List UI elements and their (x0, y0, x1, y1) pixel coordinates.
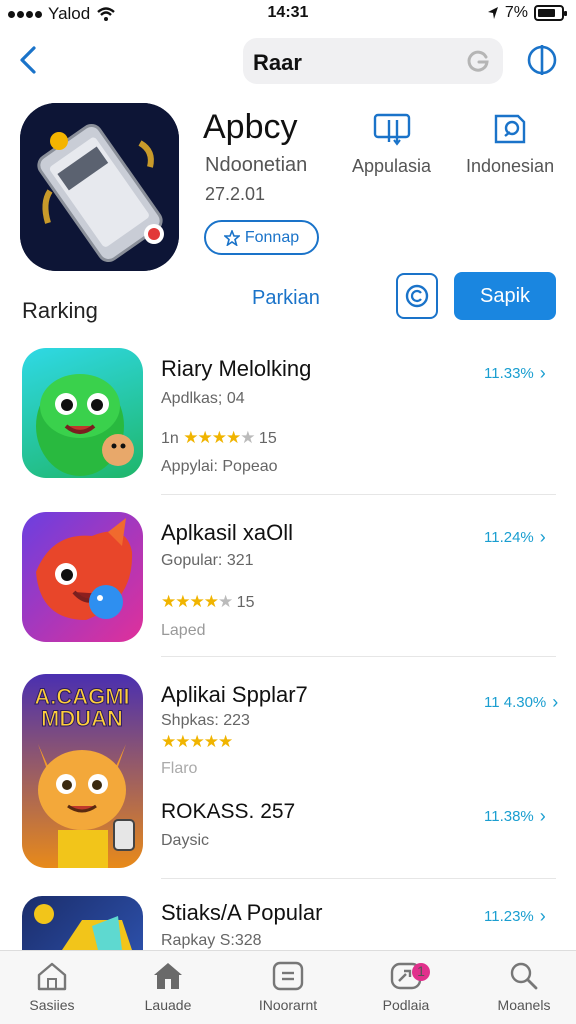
circle-arrow-icon (405, 284, 429, 308)
chevron-right-icon: › (539, 806, 546, 826)
item-subtitle: Rapkay S:328 (161, 932, 262, 949)
percent-value: 11.38% (484, 808, 534, 825)
item-extra-sub: Daysic (161, 832, 210, 849)
app-icon-partial (22, 896, 143, 950)
follow-label: Fonnap (244, 228, 300, 246)
item-percent[interactable]: 11.24% › (484, 527, 546, 548)
item-percent[interactable]: 11.23% › (484, 906, 546, 927)
chevron-right-icon: › (539, 906, 546, 926)
app-subtitle: Ndoonetian (205, 154, 308, 176)
tab-moanels[interactable]: Moanels (476, 961, 572, 1013)
meta-language-label: Indonesian (466, 156, 555, 176)
percent-value: 11.23% (484, 908, 534, 925)
document-icon (272, 961, 304, 991)
status-bar: Yalod 14:31 7% (0, 0, 576, 28)
item-rating: ★★★★★ 15 (161, 592, 254, 612)
item-percent[interactable]: 11.33% › (484, 363, 546, 384)
location-icon (487, 7, 498, 19)
nav-bar: Raar (0, 36, 576, 86)
chevron-right-icon: › (539, 363, 546, 383)
item-percent-secondary[interactable]: 11.38% › (484, 806, 546, 827)
search-input[interactable]: Raar (243, 38, 503, 84)
ranking-link[interactable]: Parkian (252, 287, 320, 310)
item-percent[interactable]: 11 4.30% › (484, 692, 558, 713)
app-icon[interactable] (20, 103, 179, 271)
back-icon[interactable] (14, 42, 44, 78)
star-icon (223, 229, 240, 246)
house-icon (154, 963, 182, 989)
item-subtitle: Apdlkas; 04 (161, 390, 245, 407)
meta-device-label: Appulasia (352, 156, 432, 176)
item-title: Aplkasil xaOll (161, 520, 294, 545)
percent-value: 11 4.30% (484, 694, 547, 711)
refresh-icon[interactable] (465, 48, 491, 74)
item-title: Riary Melolking (161, 356, 312, 381)
edit-icon (494, 114, 526, 144)
device-icon (373, 113, 410, 146)
rating-prefix: 1n (161, 430, 179, 447)
app-date: 27.2.01 (205, 184, 266, 204)
tab-label: Podlaia (382, 997, 430, 1013)
share-button[interactable] (396, 273, 438, 319)
item-meta: Flaro (161, 760, 198, 777)
tab-lauade[interactable]: Lauade (120, 961, 216, 1013)
divider (161, 878, 556, 879)
item-subtitle: Gopular: 321 (161, 552, 254, 569)
item-rating: 1n ★★★★★ 15 (161, 428, 277, 448)
ranking-heading: Rarking (22, 298, 98, 323)
app-icon-frog (22, 348, 143, 478)
item-title: Stiaks/A Popular (161, 900, 323, 925)
app-title: Apbcy (203, 108, 298, 146)
divider (161, 494, 556, 495)
star-rating-icon: ★★★★★ (161, 732, 233, 751)
icon-text-bottom: MDUAN (41, 706, 123, 731)
notification-badge: 1 (412, 963, 430, 981)
tab-label: Sasiies (29, 997, 75, 1013)
item-meta: Appylai: Popeao (161, 458, 278, 475)
app-icon-fox (22, 512, 143, 642)
item-title: Aplikai Spplar7 (161, 682, 308, 707)
chevron-right-icon: › (539, 527, 546, 547)
item-rating: ★★★★★ (161, 732, 233, 752)
percent-value: 11.33% (484, 365, 534, 382)
rating-count: 15 (258, 430, 277, 447)
battery-percent: 7% (504, 4, 528, 21)
search-icon (510, 962, 538, 990)
search-text: Raar (253, 50, 302, 75)
divider (161, 656, 556, 657)
item-extra: ROKASS. 257 (161, 800, 296, 823)
tab-bar: Sasiies Lauade INoorarnt 1 Podlaia Moane… (0, 950, 576, 1024)
tab-sasiies[interactable]: Sasiies (4, 961, 100, 1013)
home-icon (37, 962, 67, 991)
star-rating-icon: ★★★★★ (161, 592, 233, 611)
primary-button[interactable]: Sapik (454, 272, 556, 320)
meta-language[interactable]: Indonesian (466, 112, 554, 177)
tab-label: Moanels (497, 997, 551, 1013)
info-icon[interactable] (524, 42, 560, 78)
tab-label: INoorarnt (258, 997, 318, 1013)
tab-podlaia[interactable]: 1 Podlaia (358, 961, 454, 1013)
status-right: 7% (487, 4, 567, 22)
chevron-right-icon: › (552, 692, 559, 712)
item-meta: Laped (161, 622, 206, 639)
battery-icon (534, 5, 567, 21)
star-rating-icon: ★★★★★ (183, 428, 255, 447)
tab-inoorarnt[interactable]: INoorarnt (240, 961, 336, 1013)
phone-graphic (20, 103, 179, 271)
item-subtitle: Shpkas: 223 (161, 712, 250, 729)
percent-value: 11.24% (484, 529, 534, 546)
rating-count: 15 (236, 594, 255, 611)
follow-button[interactable]: Fonnap (204, 220, 319, 255)
tab-label: Lauade (144, 997, 192, 1013)
meta-device[interactable]: Appulasia (352, 112, 431, 177)
app-icon-cat: A.CAGMI MDUAN (22, 674, 143, 868)
